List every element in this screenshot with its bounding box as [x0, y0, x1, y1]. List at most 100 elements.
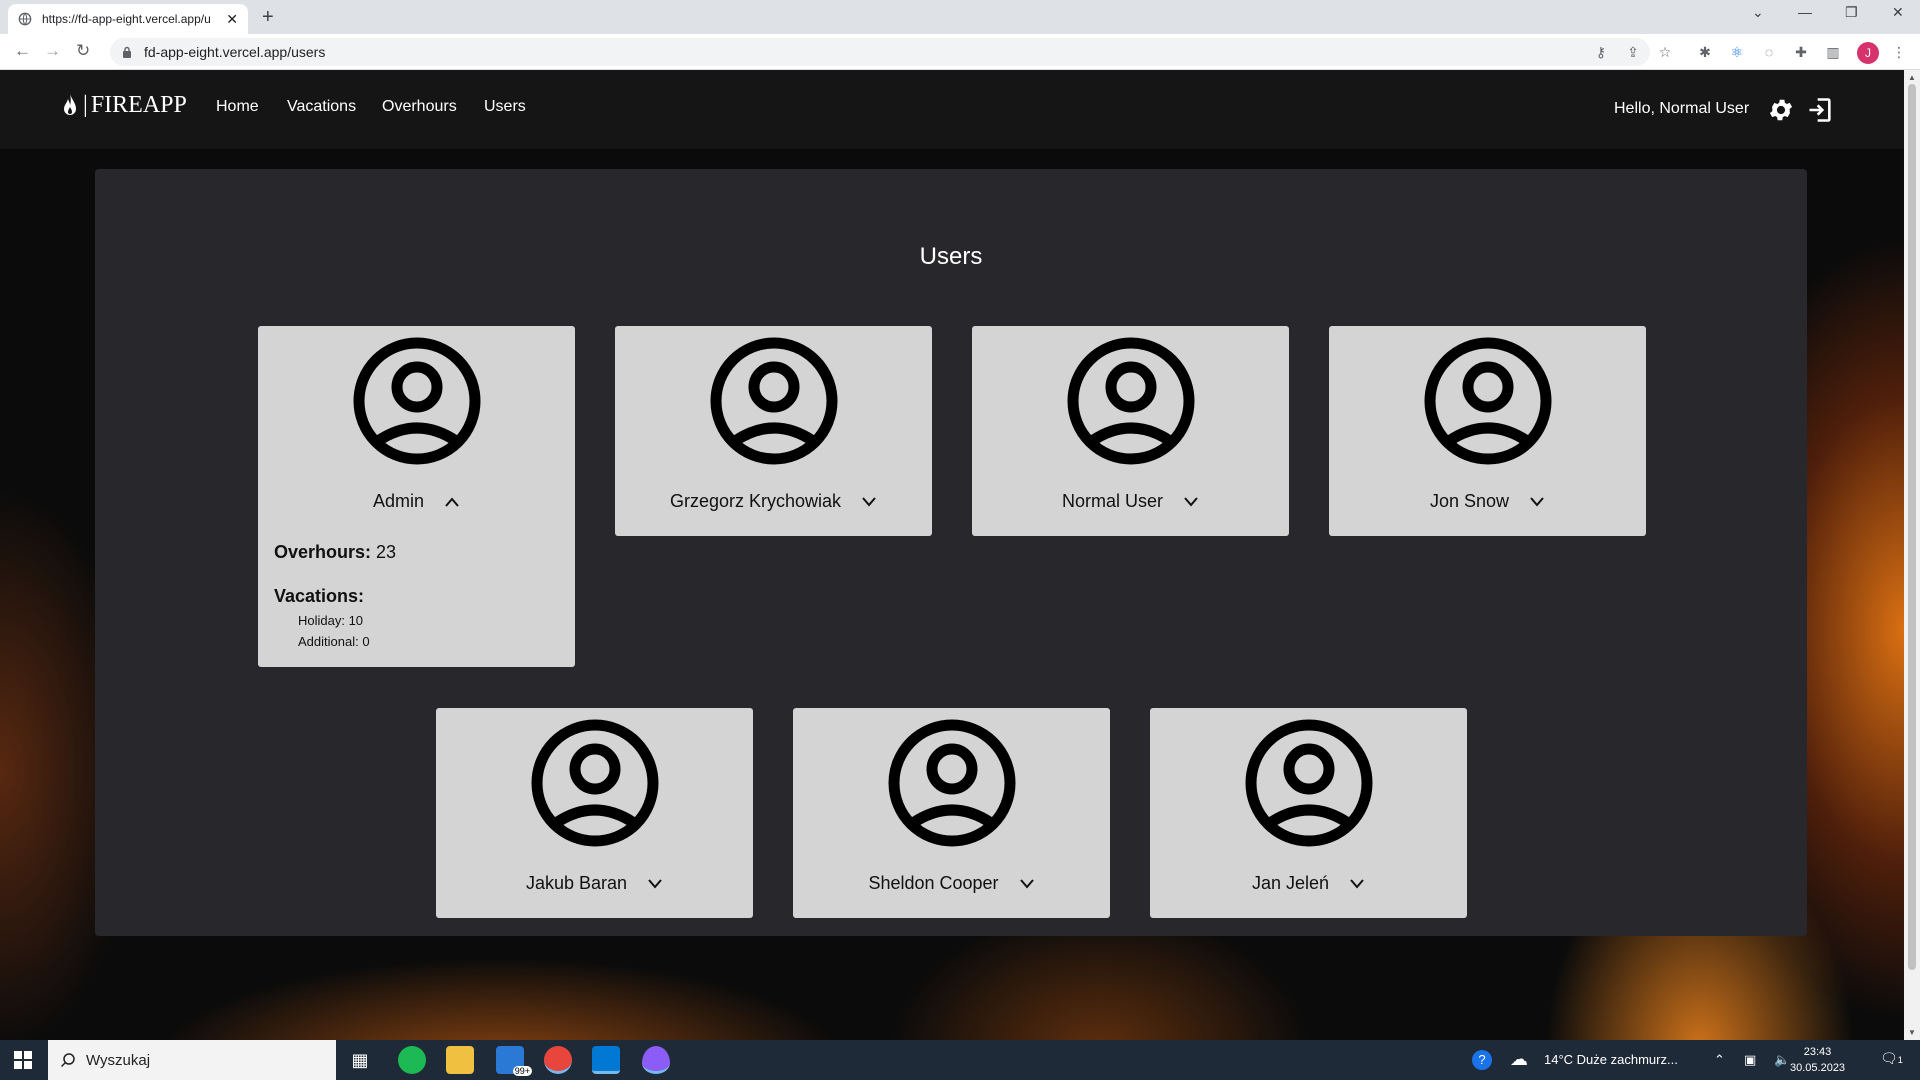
chevron-down-icon[interactable] [1019, 878, 1035, 890]
user-card-normal-user: Normal User [972, 326, 1289, 536]
share-icon[interactable]: ⇪ [1624, 43, 1642, 61]
extension-circle-icon[interactable]: ◌ [1760, 43, 1778, 61]
user-name: Jan Jeleń [1251, 873, 1330, 893]
help-icon[interactable]: ? [1472, 1050, 1492, 1070]
menu-kebab-icon[interactable]: ⋮ [1890, 43, 1908, 61]
notifications-icon[interactable]: 🗨1 [1880, 1050, 1903, 1067]
overhours-value: 23 [376, 542, 397, 562]
mail-icon[interactable]: 99+ [496, 1046, 532, 1076]
address-bar[interactable]: fd-app-eight.vercel.app/users [110, 38, 1650, 66]
side-panel-icon[interactable]: ▥ [1824, 43, 1842, 61]
user-card-jon-snow: Jon Snow [1329, 326, 1646, 536]
user-name: Admin [372, 491, 425, 511]
user-card-jakub-baran: Jakub Baran [436, 708, 753, 918]
scrollbar-thumb[interactable] [1908, 84, 1916, 970]
brand-logo[interactable]: | FIREAPP [62, 92, 187, 119]
chevron-down-icon[interactable] [1183, 496, 1199, 508]
user-details: Overhours: 23 Vacations: Holiday: 10 Add… [274, 542, 396, 649]
weather-text[interactable]: 14°C Duże zachmurz... [1544, 1052, 1678, 1067]
windows-taskbar: Wyszukaj ▦ 99+ ? ☁ 14°C Duże zachmurz...… [0, 1040, 1920, 1080]
scroll-up-icon[interactable]: ▲ [1908, 73, 1916, 82]
user-name: Grzegorz Krychowiak [669, 491, 842, 511]
close-window-button[interactable]: ✕ [1892, 4, 1904, 21]
user-name-row[interactable]: Jakub Baran [436, 873, 753, 894]
clock[interactable]: 23:43 30.05.2023 [1790, 1044, 1845, 1076]
back-button[interactable]: ← [14, 41, 31, 61]
spotify-icon[interactable] [398, 1046, 426, 1074]
user-avatar-icon [353, 337, 481, 465]
close-tab-icon[interactable]: ✕ [226, 11, 238, 28]
volume-icon[interactable]: 🔈 [1774, 1052, 1790, 1068]
user-name-row[interactable]: Admin [258, 491, 575, 512]
maximize-button[interactable]: ❐ [1845, 4, 1858, 21]
taskbar-search[interactable]: Wyszukaj [48, 1040, 336, 1080]
nav-users[interactable]: Users [484, 98, 526, 116]
browser-toolbar: ← → ↻ fd-app-eight.vercel.app/users ⚷ ⇪ … [0, 34, 1920, 70]
chevron-down-icon[interactable] [647, 878, 663, 890]
notification-count: 1 [1897, 1055, 1903, 1065]
user-name: Normal User [1061, 491, 1163, 511]
reload-button[interactable]: ↻ [76, 41, 90, 61]
nav-overhours[interactable]: Overhours [382, 98, 457, 116]
mail-badge: 99+ [512, 1066, 532, 1076]
weather-cloud-icon[interactable]: ☁ [1510, 1049, 1528, 1070]
user-name: Sheldon Cooper [868, 873, 999, 893]
key-icon[interactable]: ⚷ [1592, 43, 1610, 61]
holiday-line: Holiday: 10 [298, 613, 364, 628]
chevron-down-icon[interactable] [1529, 496, 1545, 508]
bookmark-star-icon[interactable]: ☆ [1656, 43, 1674, 61]
globe-icon [18, 12, 32, 26]
chevron-down-icon[interactable] [861, 496, 877, 508]
additional-line: Additional: 0 [298, 634, 370, 649]
lock-icon [123, 46, 131, 58]
app-navbar: | FIREAPP Home Vacations Overhours Users… [0, 70, 1904, 149]
browser-tab[interactable]: https://fd-app-eight.vercel.app/u ✕ [8, 4, 248, 34]
new-tab-button[interactable]: + [262, 6, 274, 29]
user-avatar-icon [1424, 337, 1552, 465]
app-drop-icon[interactable] [642, 1046, 670, 1074]
forward-button[interactable]: → [44, 41, 61, 61]
browser-tab-strip: https://fd-app-eight.vercel.app/u ✕ + ⌄ … [0, 0, 1920, 34]
user-name-row[interactable]: Sheldon Cooper [793, 873, 1110, 894]
profile-avatar[interactable]: J [1857, 42, 1879, 64]
flame-icon [64, 93, 76, 115]
user-name-row[interactable]: Grzegorz Krychowiak [615, 491, 932, 512]
chrome-icon[interactable] [544, 1046, 572, 1074]
search-placeholder: Wyszukaj [86, 1051, 151, 1069]
tab-search-icon[interactable]: ⌄ [1752, 4, 1764, 21]
nav-home[interactable]: Home [216, 98, 259, 116]
users-panel: Users Admin Overhours: 23 Vacations: Hol… [95, 169, 1807, 936]
clock-time: 23:43 [1803, 1046, 1832, 1058]
task-view-icon[interactable]: ▦ [346, 1046, 374, 1074]
chevron-up-icon[interactable] [444, 496, 460, 508]
brand-name: FIREAPP [90, 92, 187, 118]
network-icon[interactable]: ▣ [1744, 1052, 1756, 1068]
user-name-row[interactable]: Normal User [972, 491, 1289, 512]
page-viewport: | FIREAPP Home Vacations Overhours Users… [0, 70, 1904, 1040]
minimize-button[interactable]: — [1798, 4, 1812, 20]
tab-title: https://fd-app-eight.vercel.app/u [42, 12, 211, 26]
user-name-row[interactable]: Jan Jeleń [1150, 873, 1467, 894]
gear-icon[interactable] [1767, 96, 1795, 124]
user-name-row[interactable]: Jon Snow [1329, 491, 1646, 512]
vscode-icon[interactable] [592, 1046, 620, 1074]
extension-bug-icon[interactable]: ✱ [1696, 43, 1714, 61]
page-title: Users [919, 243, 983, 270]
user-card-jan-jelen: Jan Jeleń [1150, 708, 1467, 918]
extensions-puzzle-icon[interactable]: ✚ [1792, 43, 1810, 61]
logout-icon[interactable] [1806, 96, 1834, 124]
extension-react-icon[interactable]: ⚛ [1728, 43, 1746, 61]
user-card-grzegorz-krychowiak: Grzegorz Krychowiak [615, 326, 932, 536]
page-scrollbar[interactable]: ▲ ▼ [1904, 70, 1920, 1040]
overhours-line: Overhours: 23 [274, 542, 396, 563]
user-avatar-icon [1067, 337, 1195, 465]
chevron-down-icon[interactable] [1349, 878, 1365, 890]
scroll-down-icon[interactable]: ▼ [1908, 1028, 1916, 1037]
nav-vacations[interactable]: Vacations [287, 98, 356, 116]
user-avatar-icon [1245, 719, 1373, 847]
file-explorer-icon[interactable] [446, 1046, 474, 1074]
tray-chevron-up-icon[interactable]: ⌃ [1714, 1052, 1725, 1068]
user-card-sheldon-cooper: Sheldon Cooper [793, 708, 1110, 918]
url-text: fd-app-eight.vercel.app/users [144, 44, 326, 60]
windows-start-icon[interactable] [14, 1051, 32, 1069]
